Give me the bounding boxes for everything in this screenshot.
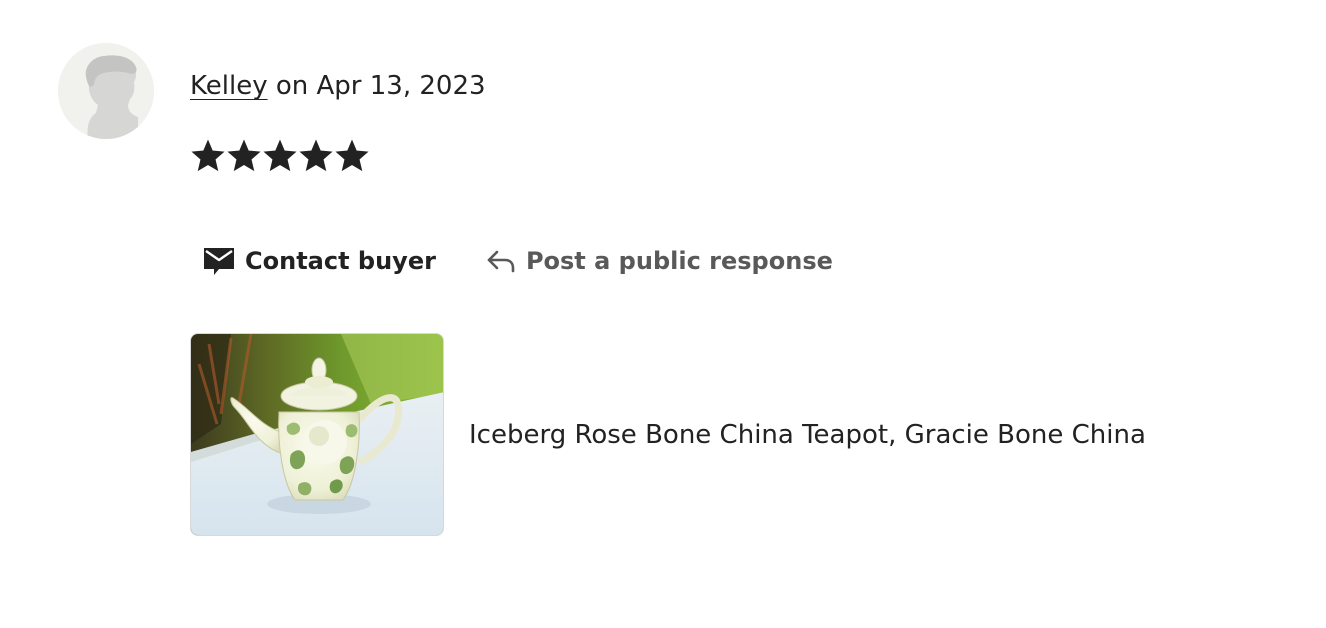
- listing-item: Iceberg Rose Bone China Teapot, Gracie B…: [190, 333, 1146, 536]
- post-public-response-label: Post a public response: [525, 247, 833, 275]
- reviewer-avatar[interactable]: [58, 43, 154, 139]
- person-silhouette-icon: [58, 43, 154, 139]
- contact-buyer-button[interactable]: Contact buyer: [203, 246, 436, 276]
- review-actions: Contact buyer Post a public response: [203, 240, 833, 282]
- star-rating: [190, 137, 370, 175]
- review-byline: Kelley on Apr 13, 2023: [190, 68, 486, 104]
- star-filled-icon: [227, 139, 261, 172]
- star-filled-icon: [335, 139, 369, 172]
- teapot-photo-icon: [191, 334, 443, 535]
- post-public-response-button[interactable]: Post a public response: [486, 247, 833, 275]
- envelope-icon: [204, 248, 234, 275]
- reviewer-name-link[interactable]: Kelley: [190, 71, 268, 101]
- star-filled-icon: [191, 139, 225, 172]
- star-filled-icon: [299, 139, 333, 172]
- star-filled-icon: [263, 139, 297, 172]
- contact-buyer-label: Contact buyer: [245, 247, 436, 275]
- listing-thumbnail[interactable]: [190, 333, 444, 536]
- listing-title-link[interactable]: Iceberg Rose Bone China Teapot, Gracie B…: [469, 420, 1146, 450]
- review-card: Kelley on Apr 13, 2023 Contact buyer Pos…: [0, 0, 1326, 628]
- review-date: on Apr 13, 2023: [267, 71, 486, 101]
- reply-arrow-icon: [487, 250, 515, 273]
